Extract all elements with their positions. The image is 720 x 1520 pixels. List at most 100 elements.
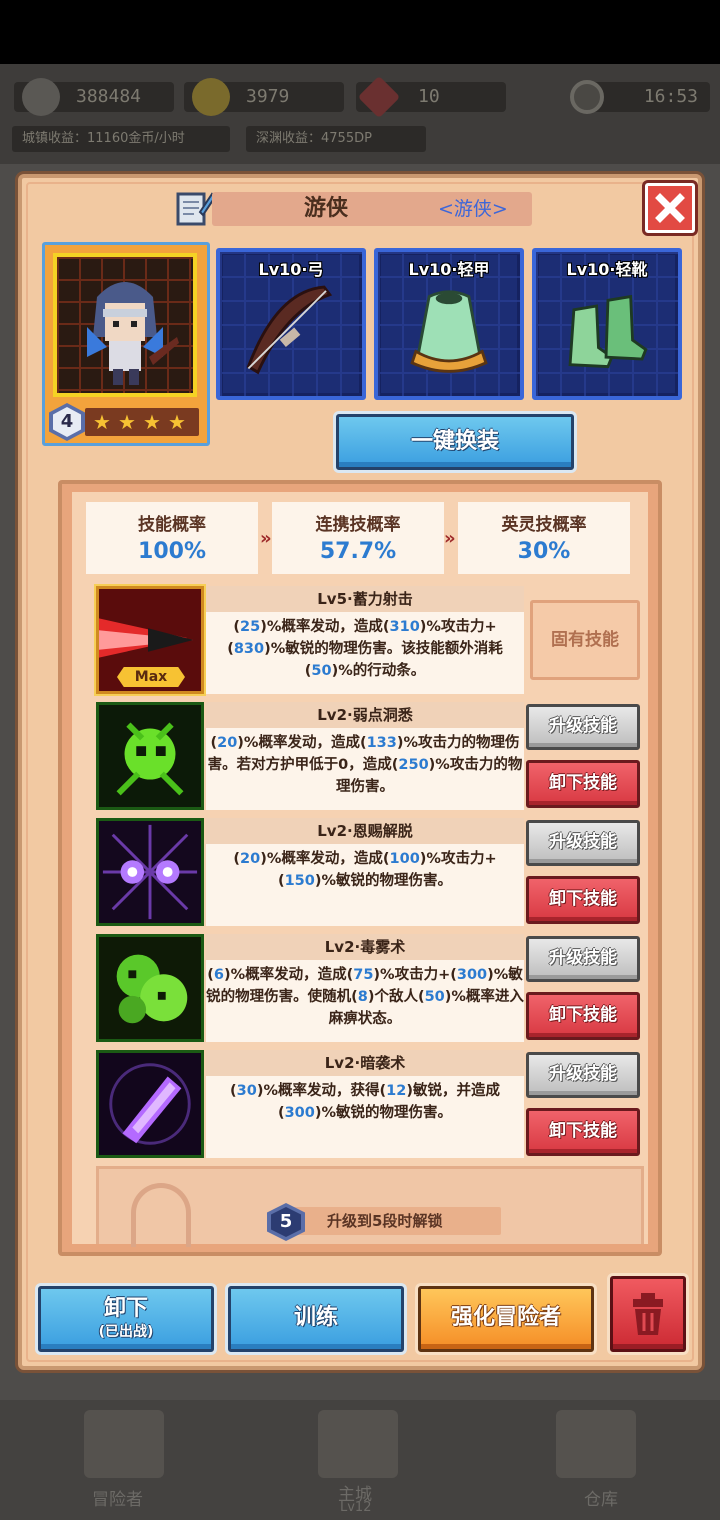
skill-value: 30 <box>236 1083 257 1099</box>
class-tag: <游侠> <box>438 198 508 220</box>
rank-badge: 4 <box>49 403 85 441</box>
town-income: 城镇收益：11160金币/小时 <box>12 126 230 152</box>
skill-text-part: ( <box>207 967 214 983</box>
skill-row: Lv2·毒雾术 (6)%概率发动，造成(75)%攻击力+(300)%敏锐的物理伤… <box>96 934 644 1042</box>
skill-row: Lv2·恩赐解脱 (20)%概率发动，造成(100)%攻击力+(150)%敏锐的… <box>96 818 644 926</box>
close-icon <box>655 193 685 223</box>
skill-value: 300 <box>284 1105 315 1121</box>
skill-text-part: )%概率发动，造成( <box>237 735 367 751</box>
star-icon: ★ <box>93 410 111 434</box>
warehouse-nav-icon <box>556 1410 636 1478</box>
power-value: 388484 <box>76 86 142 107</box>
mercy-release-icon[interactable] <box>96 818 204 926</box>
skill-value: 300 <box>456 967 488 983</box>
skill-row: Max Lv5·蓄力射击 (25)%概率发动，造成(310)%攻击力+(830)… <box>96 586 644 694</box>
hero-portrait[interactable]: 4 ★ ★ ★ ★ <box>42 242 210 446</box>
upgrade-skill-button[interactable]: 升级技能 <box>526 820 640 866</box>
gem-resource: 10 <box>356 75 506 119</box>
innate-skill-label: 固有技能 <box>530 600 640 680</box>
dialog-title: 游侠 <box>304 196 349 221</box>
remove-skill-button[interactable]: 卸下技能 <box>526 876 640 924</box>
skill-title: Lv5·蓄力射击 <box>206 586 524 612</box>
combo-rate-label: 连携技概率 <box>315 515 401 535</box>
nav-adventurer-label: 冒险者 <box>92 1490 143 1510</box>
skill-value: 12 <box>386 1083 407 1099</box>
abyss-income: 深渊收益：4755DP <box>246 126 426 152</box>
upgrade-skill-button[interactable]: 升级技能 <box>526 704 640 750</box>
gold-coin-icon <box>192 78 230 116</box>
weakness-insight-icon[interactable] <box>96 702 204 810</box>
skill-info: Lv2·弱点洞悉 (20)%概率发动，造成(133)%攻击力的物理伤害。若对方护… <box>206 702 524 810</box>
skill-text-part: )%的行动条。 <box>331 663 426 679</box>
gem-icon <box>357 75 401 119</box>
skill-value: 310 <box>389 619 420 635</box>
star-icon: ★ <box>118 410 136 434</box>
skill-row: Lv2·弱点洞悉 (20)%概率发动，造成(133)%攻击力的物理伤害。若对方护… <box>96 702 644 810</box>
skill-title: Lv2·恩赐解脱 <box>206 818 524 844</box>
power-resource: 388484 <box>14 78 174 116</box>
enhance-adventurer-button[interactable]: 强化冒险者 <box>418 1286 594 1352</box>
skill-info: Lv2·恩赐解脱 (20)%概率发动，造成(100)%攻击力+(150)%敏锐的… <box>206 818 524 926</box>
star-icon: ★ <box>143 410 161 434</box>
skill-rate-label: 技能概率 <box>138 515 206 535</box>
close-button[interactable] <box>645 183 695 233</box>
gold-value: 3979 <box>246 86 290 107</box>
hero-detail-dialog: 游侠 <游侠> 4 ★ ★ ★ ★ Lv10·弓 Lv10·轻甲 Lv10·轻靴… <box>18 174 702 1370</box>
shadow-strike-icon[interactable] <box>96 1050 204 1158</box>
skill-value: 133 <box>366 735 397 751</box>
spirit-rate-value: 30% <box>517 539 571 564</box>
skill-text-part: ( <box>230 1083 237 1099</box>
skills-panel: 技能概率 100% » 连携技概率 57.7% » 英灵技概率 30% Max … <box>58 480 662 1256</box>
unequip-sublabel: (已出战) <box>98 1324 154 1340</box>
skill-rate-value: 100% <box>138 539 206 564</box>
clock-icon <box>570 80 604 114</box>
adventurer-nav-icon <box>84 1410 164 1478</box>
skill-info: Lv2·毒雾术 (6)%概率发动，造成(75)%攻击力+(300)%敏锐的物理伤… <box>206 934 524 1042</box>
status-bar <box>0 0 720 64</box>
skill-value: 150 <box>284 873 315 889</box>
star-icon: ★ <box>168 410 186 434</box>
charged-shot-icon[interactable]: Max <box>96 586 204 694</box>
equipment-label: Lv10·弓 <box>258 260 324 279</box>
combo-rate-value: 57.7% <box>319 539 397 564</box>
unequip-hero-button[interactable]: 卸下 (已出战) <box>38 1286 214 1352</box>
lock-icon <box>131 1183 191 1247</box>
main-city-nav-icon <box>318 1410 398 1478</box>
skill-rate-box: 技能概率 100% <box>86 502 258 574</box>
upgrade-skill-button[interactable]: 升级技能 <box>526 936 640 982</box>
skill-title: Lv2·弱点洞悉 <box>206 702 524 728</box>
poison-fog-art <box>99 937 201 1039</box>
one-click-equip-button[interactable]: 一键换装 <box>336 414 574 470</box>
skill-text-part: )%概率发动，造成( <box>260 851 390 867</box>
skill-text-part: )%概率发动，造成( <box>223 967 354 983</box>
equipment-label: Lv10·轻甲 <box>408 260 490 279</box>
skill-value: 50 <box>311 663 332 679</box>
skill-text-part: )个敌人( <box>367 989 425 1005</box>
skill-value: 25 <box>240 619 261 635</box>
skill-title: Lv2·暗袭术 <box>206 1050 524 1076</box>
dismiss-hero-button[interactable] <box>610 1276 686 1352</box>
remove-skill-button[interactable]: 卸下技能 <box>526 992 640 1040</box>
equipment-slot-bow[interactable]: Lv10·弓 <box>216 248 366 400</box>
arrow-icon: » <box>260 528 272 549</box>
remove-skill-button[interactable]: 卸下技能 <box>526 760 640 808</box>
remove-skill-button[interactable]: 卸下技能 <box>526 1108 640 1156</box>
nav-warehouse-label: 仓库 <box>584 1490 618 1510</box>
spirit-rate-label: 英灵技概率 <box>501 515 587 535</box>
scroll-edit-icon <box>176 192 216 226</box>
ranger-avatar <box>87 282 179 385</box>
skill-text-part: )%敏锐的物理伤害。 <box>314 1105 453 1121</box>
skill-value: 50 <box>424 989 445 1005</box>
train-button[interactable]: 训练 <box>228 1286 404 1352</box>
equipment-slot-light-armor[interactable]: Lv10·轻甲 <box>374 248 524 400</box>
rank-number: 4 <box>53 407 81 437</box>
skill-description: (25)%概率发动，造成(310)%攻击力+(830)%敏锐的物理伤害。该技能额… <box>206 616 524 682</box>
equipment-label: Lv10·轻靴 <box>566 260 648 279</box>
skill-text-part: )%概率发动，造成( <box>260 619 390 635</box>
poison-fog-icon[interactable] <box>96 934 204 1042</box>
equipment-slot-light-boots[interactable]: Lv10·轻靴 <box>532 248 682 400</box>
max-level-badge: Max <box>117 667 185 687</box>
skill-value: 830 <box>233 641 265 657</box>
upgrade-skill-button[interactable]: 升级技能 <box>526 1052 640 1098</box>
skill-value: 20 <box>240 851 261 867</box>
